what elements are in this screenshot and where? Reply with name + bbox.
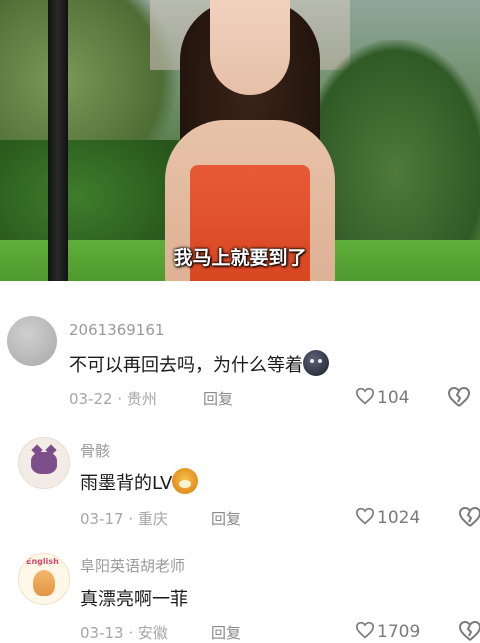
- broken-heart-icon[interactable]: [447, 386, 471, 408]
- like-count: 1024: [377, 508, 421, 528]
- comment-text: 不可以再回去吗，为什么等着: [69, 350, 329, 377]
- video-frame[interactable]: 我马上就要到了: [0, 0, 480, 281]
- video-caption: 我马上就要到了: [173, 247, 307, 269]
- comment-meta: 03-17 · 重庆: [80, 508, 168, 529]
- like-button[interactable]: 104: [355, 387, 409, 408]
- broken-heart-icon[interactable]: [458, 620, 480, 642]
- comment-date: 03-22: [69, 390, 113, 408]
- avatar[interactable]: [18, 437, 70, 489]
- comment-location: 贵州: [126, 390, 157, 408]
- person-figure: [155, 0, 345, 281]
- dog-emoji-icon: [172, 468, 199, 494]
- meta-separator: ·: [123, 624, 138, 642]
- heart-icon: [355, 507, 375, 525]
- comment-date: 03-17: [80, 510, 124, 528]
- reply-button[interactable]: 回复: [203, 388, 233, 409]
- like-count: 1709: [377, 622, 421, 642]
- comment-username[interactable]: 阜阳英语胡老师: [80, 555, 185, 576]
- avatar[interactable]: English: [18, 553, 70, 605]
- avatar-text: English: [26, 557, 59, 566]
- heart-icon: [355, 387, 375, 405]
- cat-avatar-icon: [31, 452, 57, 474]
- like-count: 104: [377, 388, 410, 408]
- person-avatar-icon: [33, 570, 55, 596]
- comment-username[interactable]: 2061369161: [69, 321, 164, 339]
- comment-text: 雨墨背的LV: [80, 468, 199, 495]
- meta-separator: ·: [112, 390, 127, 408]
- comment-meta: 03-22 · 贵州: [69, 388, 157, 409]
- comment-text-content: 雨墨背的LV: [80, 473, 173, 494]
- face-shape: [210, 0, 290, 95]
- avatar[interactable]: [7, 316, 57, 366]
- comment-text-content: 不可以再回去吗，为什么等着: [69, 355, 303, 376]
- heart-icon: [355, 621, 375, 639]
- comment-date: 03-13: [80, 624, 124, 642]
- comment-username[interactable]: 骨骸: [80, 440, 110, 461]
- meta-separator: ·: [123, 510, 138, 528]
- comment-location: 安徽: [137, 624, 168, 642]
- like-button[interactable]: 1709: [355, 621, 420, 642]
- broken-heart-icon[interactable]: [458, 506, 480, 528]
- reply-button[interactable]: 回复: [211, 508, 241, 529]
- comment-location: 重庆: [137, 510, 168, 528]
- like-button[interactable]: 1024: [355, 507, 420, 528]
- comment-text: 真漂亮啊一菲: [80, 589, 188, 610]
- foreground-pole: [48, 0, 68, 281]
- sad-face-emoji-icon: [303, 350, 329, 376]
